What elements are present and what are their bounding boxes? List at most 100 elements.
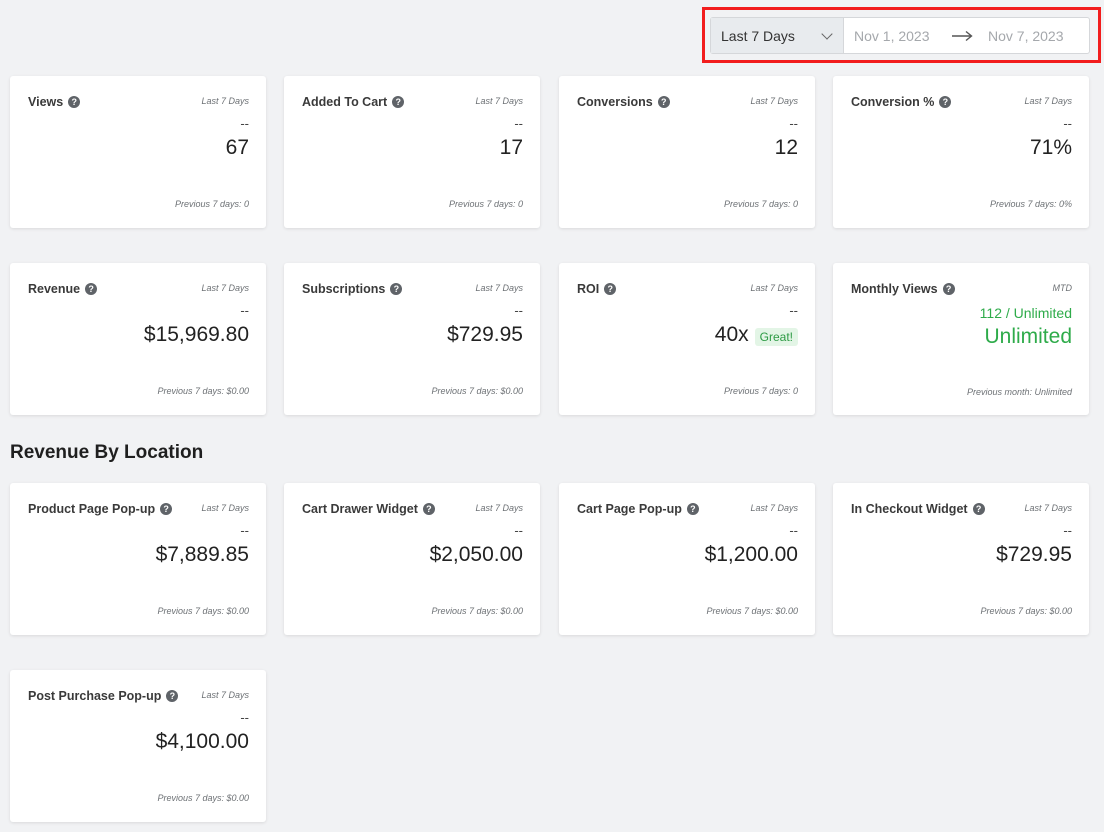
card-title-text: Post Purchase Pop-up — [28, 689, 162, 703]
card-title: Monthly Views ? — [851, 282, 955, 296]
card-change: -- — [514, 303, 523, 318]
card-change: -- — [789, 303, 798, 318]
card-title-text: Views — [28, 95, 64, 109]
status-badge: Great! — [754, 328, 798, 346]
card-title-text: Conversion % — [851, 95, 935, 109]
help-icon[interactable]: ? — [939, 96, 952, 108]
card-title-text: ROI — [577, 282, 600, 296]
card-change: -- — [514, 116, 523, 131]
card-period: Last 7 Days — [750, 96, 798, 106]
help-icon[interactable]: ? — [604, 283, 617, 295]
help-icon[interactable]: ? — [166, 690, 179, 702]
card-title-text: Cart Page Pop-up — [577, 502, 682, 516]
card-value: $729.95 — [447, 323, 523, 346]
card-period: MTD — [1052, 283, 1073, 293]
card-title-text: Cart Drawer Widget — [302, 502, 418, 516]
card-change: -- — [240, 710, 249, 725]
card-previous: Previous 7 days: 0% — [989, 199, 1072, 209]
cart-page-popup-card: Cart Page Pop-up ? Last 7 Days -- $1,200… — [559, 483, 815, 635]
card-period: Last 7 Days — [475, 283, 523, 293]
end-date-input[interactable] — [980, 18, 1080, 53]
start-date-input[interactable] — [844, 18, 944, 53]
card-value: $7,889.85 — [155, 543, 249, 566]
help-icon[interactable]: ? — [686, 503, 699, 515]
conversions-card: Conversions ? Last 7 Days -- 12 Previous… — [559, 76, 815, 228]
date-range-select-label: Last 7 Days — [721, 27, 795, 44]
card-title: Views ? — [28, 95, 81, 109]
card-period: Last 7 Days — [201, 283, 249, 293]
card-title: Subscriptions ? — [302, 282, 403, 296]
card-value: 71% — [1029, 136, 1072, 159]
card-title-text: Subscriptions — [302, 282, 386, 296]
date-range-select[interactable]: Last 7 Days — [711, 18, 844, 53]
card-title-text: Product Page Pop-up — [28, 502, 156, 516]
card-title: Conversion % ? — [851, 95, 952, 109]
help-icon[interactable]: ? — [422, 503, 435, 515]
card-change: -- — [789, 523, 798, 538]
help-icon[interactable]: ? — [942, 283, 955, 295]
analytics-dashboard: Last 7 Days Views ? Last 7 Days -- 67 Pr… — [0, 0, 1104, 832]
card-value: 12 — [774, 136, 798, 159]
card-value: 40x — [714, 323, 749, 346]
help-icon[interactable]: ? — [972, 503, 985, 515]
help-icon[interactable]: ? — [85, 283, 98, 295]
card-change: -- — [514, 523, 523, 538]
help-icon[interactable]: ? — [657, 96, 670, 108]
card-change: -- — [240, 116, 249, 131]
help-icon[interactable]: ? — [68, 96, 81, 108]
card-period: Last 7 Days — [201, 96, 249, 106]
card-title: In Checkout Widget ? — [851, 502, 985, 516]
card-previous: Previous 7 days: $0.00 — [157, 606, 249, 616]
card-value-row: 40x Great! — [715, 323, 798, 347]
card-title: Post Purchase Pop-up ? — [28, 689, 179, 703]
card-previous: Previous 7 days: 0 — [723, 199, 798, 209]
card-period: Last 7 Days — [1024, 503, 1072, 513]
card-previous: Previous 7 days: $0.00 — [157, 386, 249, 396]
card-title: Conversions ? — [577, 95, 670, 109]
card-title-text: Monthly Views — [851, 282, 938, 296]
card-title-text: In Checkout Widget — [851, 502, 968, 516]
subscriptions-card: Subscriptions ? Last 7 Days -- $729.95 P… — [284, 263, 540, 415]
chevron-down-icon — [821, 27, 833, 40]
card-period: Last 7 Days — [750, 503, 798, 513]
section-title: Revenue By Location — [10, 442, 204, 463]
added-to-cart-card: Added To Cart ? Last 7 Days -- 17 Previo… — [284, 76, 540, 228]
card-value: Unlimited — [984, 325, 1072, 348]
card-period: Last 7 Days — [750, 283, 798, 293]
card-period: Last 7 Days — [475, 96, 523, 106]
card-change: -- — [1063, 523, 1072, 538]
monthly-usage: 112 / Unlimited — [979, 305, 1072, 321]
help-icon[interactable]: ? — [160, 503, 173, 515]
card-value: $1,200.00 — [704, 543, 798, 566]
card-previous: Previous 7 days: $0.00 — [706, 606, 798, 616]
card-change: -- — [789, 116, 798, 131]
card-previous: Previous 7 days: 0 — [174, 199, 249, 209]
card-period: Last 7 Days — [1024, 96, 1072, 106]
post-purchase-popup-card: Post Purchase Pop-up ? Last 7 Days -- $4… — [10, 670, 266, 822]
card-value: 17 — [499, 136, 523, 159]
product-page-popup-card: Product Page Pop-up ? Last 7 Days -- $7,… — [10, 483, 266, 635]
card-title: Revenue ? — [28, 282, 98, 296]
card-title: Cart Page Pop-up ? — [577, 502, 699, 516]
monthly-views-card: Monthly Views ? MTD 112 / Unlimited Unli… — [833, 263, 1089, 415]
card-previous: Previous month: Unlimited — [966, 387, 1072, 397]
card-previous: Previous 7 days: $0.00 — [157, 793, 249, 803]
card-previous: Previous 7 days: $0.00 — [431, 606, 523, 616]
date-range-filter: Last 7 Days — [710, 17, 1090, 54]
card-change: -- — [240, 523, 249, 538]
card-title: Added To Cart ? — [302, 95, 405, 109]
arrow-right-icon — [944, 18, 980, 53]
card-period: Last 7 Days — [201, 503, 249, 513]
help-icon[interactable]: ? — [390, 283, 403, 295]
card-title: ROI ? — [577, 282, 617, 296]
cart-drawer-widget-card: Cart Drawer Widget ? Last 7 Days -- $2,0… — [284, 483, 540, 635]
help-icon[interactable]: ? — [392, 96, 405, 108]
card-period: Last 7 Days — [201, 690, 249, 700]
card-period: Last 7 Days — [475, 503, 523, 513]
card-value: 67 — [225, 136, 249, 159]
card-value: $2,050.00 — [429, 543, 523, 566]
card-title-text: Revenue — [28, 282, 81, 296]
in-checkout-widget-card: In Checkout Widget ? Last 7 Days -- $729… — [833, 483, 1089, 635]
views-card: Views ? Last 7 Days -- 67 Previous 7 day… — [10, 76, 266, 228]
card-title: Product Page Pop-up ? — [28, 502, 173, 516]
